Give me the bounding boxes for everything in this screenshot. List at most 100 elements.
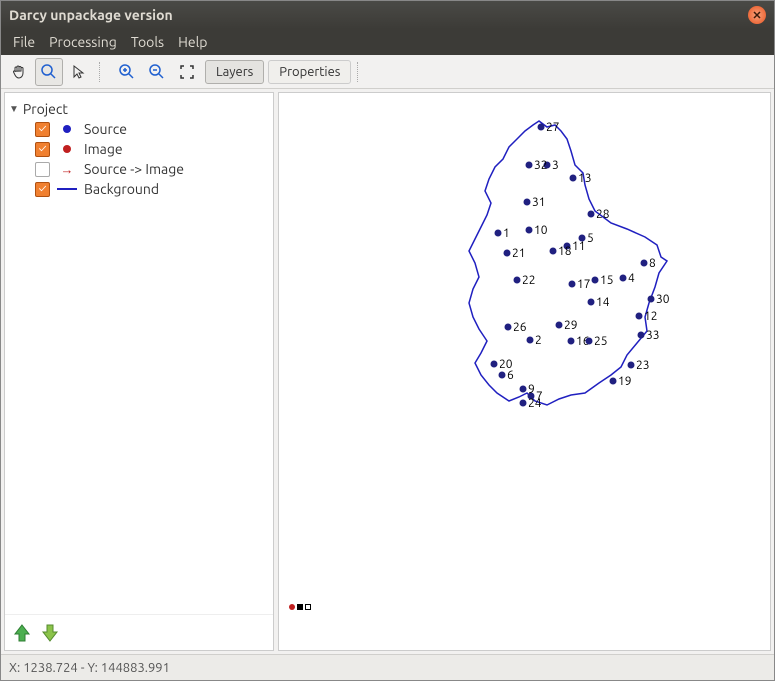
map-point-label: 1	[503, 227, 510, 240]
map-point-label: 11	[572, 240, 586, 253]
map-point[interactable]	[586, 338, 593, 345]
map-point[interactable]	[638, 332, 645, 339]
layer-source-checkbox[interactable]	[35, 122, 50, 137]
menu-file[interactable]: File	[7, 32, 41, 52]
map-point[interactable]	[526, 227, 533, 234]
map-point-label: 10	[534, 224, 548, 237]
point-blue-icon	[56, 125, 78, 133]
zoom-out-button[interactable]	[143, 58, 171, 86]
zoom-in-button[interactable]	[113, 58, 141, 86]
map-point-label: 25	[594, 335, 608, 348]
zoom-out-icon	[148, 63, 166, 81]
map-point[interactable]	[499, 372, 506, 379]
map-point-label: 12	[644, 310, 658, 323]
map-point[interactable]	[592, 277, 599, 284]
layer-tree: ▼ Project Source Image → Source -> Image	[5, 93, 273, 614]
map-point[interactable]	[610, 378, 617, 385]
arrow-red-icon: →	[56, 162, 78, 177]
map-point[interactable]	[570, 175, 577, 182]
map-point[interactable]	[628, 362, 635, 369]
layers-panel: ▼ Project Source Image → Source -> Image	[4, 92, 274, 651]
map-point-label: 18	[558, 245, 572, 258]
layer-source[interactable]: Source	[9, 119, 269, 139]
map-point[interactable]	[520, 400, 527, 407]
map-point-label: 13	[578, 172, 592, 185]
map-point-label: 33	[646, 329, 660, 342]
map-point-label: 14	[596, 296, 610, 309]
zoom-tool[interactable]	[35, 58, 63, 86]
titlebar: Darcy unpackage version	[1, 1, 774, 29]
map-point[interactable]	[568, 338, 575, 345]
map-point-label: 30	[656, 293, 670, 306]
map-point[interactable]	[569, 281, 576, 288]
map-point[interactable]	[526, 162, 533, 169]
map-point[interactable]	[550, 248, 557, 255]
layer-background-checkbox[interactable]	[35, 182, 50, 197]
map-point-label: 8	[649, 257, 656, 270]
expand-icon	[178, 63, 196, 81]
map-svg: 1234567891011121314151617181920212223242…	[399, 103, 699, 423]
map-point-label: 15	[600, 274, 614, 287]
map-point[interactable]	[648, 296, 655, 303]
tree-root[interactable]: ▼ Project	[9, 99, 269, 119]
move-down-button[interactable]	[39, 622, 61, 644]
layer-source-to-image-checkbox[interactable]	[35, 162, 50, 177]
map-point[interactable]	[504, 250, 511, 257]
menu-processing[interactable]: Processing	[43, 32, 123, 52]
content: ▼ Project Source Image → Source -> Image	[1, 89, 774, 654]
move-up-button[interactable]	[11, 622, 33, 644]
close-button[interactable]	[748, 6, 766, 24]
map-points: 1234567891011121314151617181920212223242…	[491, 121, 670, 410]
tab-layers[interactable]: Layers	[205, 60, 264, 84]
point-red-icon	[56, 145, 78, 153]
map-point-label: 28	[596, 208, 610, 221]
map-point[interactable]	[520, 386, 527, 393]
layer-image[interactable]: Image	[9, 139, 269, 159]
separator	[357, 62, 365, 82]
map-point-label: 23	[636, 359, 650, 372]
map-point[interactable]	[538, 124, 545, 131]
layer-image-checkbox[interactable]	[35, 142, 50, 157]
map-canvas[interactable]: 1234567891011121314151617181920212223242…	[278, 92, 771, 651]
line-blue-icon	[56, 188, 78, 190]
zoom-extent-button[interactable]	[173, 58, 201, 86]
statusbar: X: 1238.724 - Y: 144883.991	[1, 654, 774, 680]
legend-square-icon	[305, 604, 311, 610]
layer-label: Background	[84, 181, 159, 197]
map-point[interactable]	[588, 211, 595, 218]
magnifier-icon	[40, 63, 58, 81]
arrow-cursor-icon	[71, 64, 87, 80]
map-point-label: 29	[564, 319, 578, 332]
map-point-label: 32	[534, 159, 548, 172]
tab-properties[interactable]: Properties	[268, 60, 351, 84]
menu-tools[interactable]: Tools	[125, 32, 170, 52]
select-tool[interactable]	[65, 58, 93, 86]
menu-help[interactable]: Help	[172, 32, 213, 52]
map-point[interactable]	[641, 260, 648, 267]
map-point[interactable]	[491, 361, 498, 368]
layer-label: Source -> Image	[84, 161, 184, 177]
map-point[interactable]	[527, 337, 534, 344]
map-point[interactable]	[588, 299, 595, 306]
map-point[interactable]	[636, 313, 643, 320]
map-point[interactable]	[524, 199, 531, 206]
map-point[interactable]	[620, 275, 627, 282]
layer-background[interactable]: Background	[9, 179, 269, 199]
map-point[interactable]	[495, 230, 502, 237]
window-title: Darcy unpackage version	[9, 7, 173, 23]
layer-source-to-image[interactable]: → Source -> Image	[9, 159, 269, 179]
close-icon	[753, 11, 761, 19]
coord-readout: X: 1238.724 - Y: 144883.991	[9, 661, 170, 675]
map-point-label: 2	[535, 334, 542, 347]
map-point[interactable]	[514, 277, 521, 284]
map-point[interactable]	[556, 322, 563, 329]
map-point-label: 31	[532, 196, 546, 209]
map-point[interactable]	[505, 324, 512, 331]
layer-label: Image	[84, 141, 123, 157]
map-point-label: 5	[587, 232, 594, 245]
separator	[99, 62, 107, 82]
pan-tool[interactable]	[5, 58, 33, 86]
map-point-label: 3	[552, 159, 559, 172]
map-point-label: 4	[628, 272, 635, 285]
legend-square-icon	[297, 604, 303, 610]
